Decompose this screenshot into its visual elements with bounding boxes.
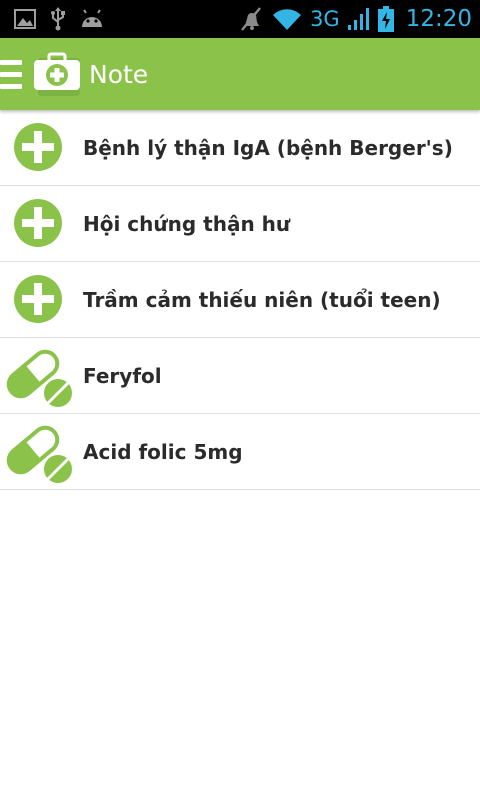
list-item-label: Trầm cảm thiếu niên (tuổi teen) (83, 288, 441, 312)
battery-charging-icon (377, 6, 394, 32)
muted-icon (241, 7, 262, 31)
list-item[interactable]: Feryfol (0, 338, 480, 414)
status-bar-left (14, 6, 104, 32)
list-item[interactable]: Acid folic 5mg (0, 414, 480, 490)
plus-circle-icon (14, 123, 62, 171)
plus-circle-icon (14, 275, 62, 323)
android-icon (82, 9, 102, 27)
list-item-label: Bệnh lý thận IgA (bệnh Berger's) (83, 136, 453, 160)
list-item[interactable]: Bệnh lý thận IgA (bệnh Berger's) (0, 110, 480, 186)
pill-icon (6, 349, 74, 409)
signal-icon (347, 8, 369, 30)
list-item-label: Feryfol (83, 364, 162, 388)
plus-circle-icon (14, 199, 62, 247)
status-bar: 3G 12:20 (0, 0, 480, 38)
list-item-label: Acid folic 5mg (83, 440, 243, 464)
image-icon (14, 9, 36, 29)
menu-icon[interactable] (0, 60, 22, 90)
status-bar-right: 3G 12:20 (238, 4, 472, 34)
pill-icon (6, 425, 74, 485)
wifi-icon (273, 9, 302, 30)
action-bar: Note (0, 38, 480, 110)
list-item[interactable]: Hội chứng thận hư (0, 186, 480, 262)
clock: 12:20 (405, 6, 472, 32)
usb-icon (51, 7, 65, 31)
medical-kit-icon[interactable] (34, 52, 80, 98)
note-list: Bệnh lý thận IgA (bệnh Berger's) Hội chứ… (0, 110, 480, 490)
list-item-label: Hội chứng thận hư (83, 212, 291, 236)
network-type: 3G (310, 7, 340, 31)
list-item[interactable]: Trầm cảm thiếu niên (tuổi teen) (0, 262, 480, 338)
page-title: Note (89, 60, 149, 89)
